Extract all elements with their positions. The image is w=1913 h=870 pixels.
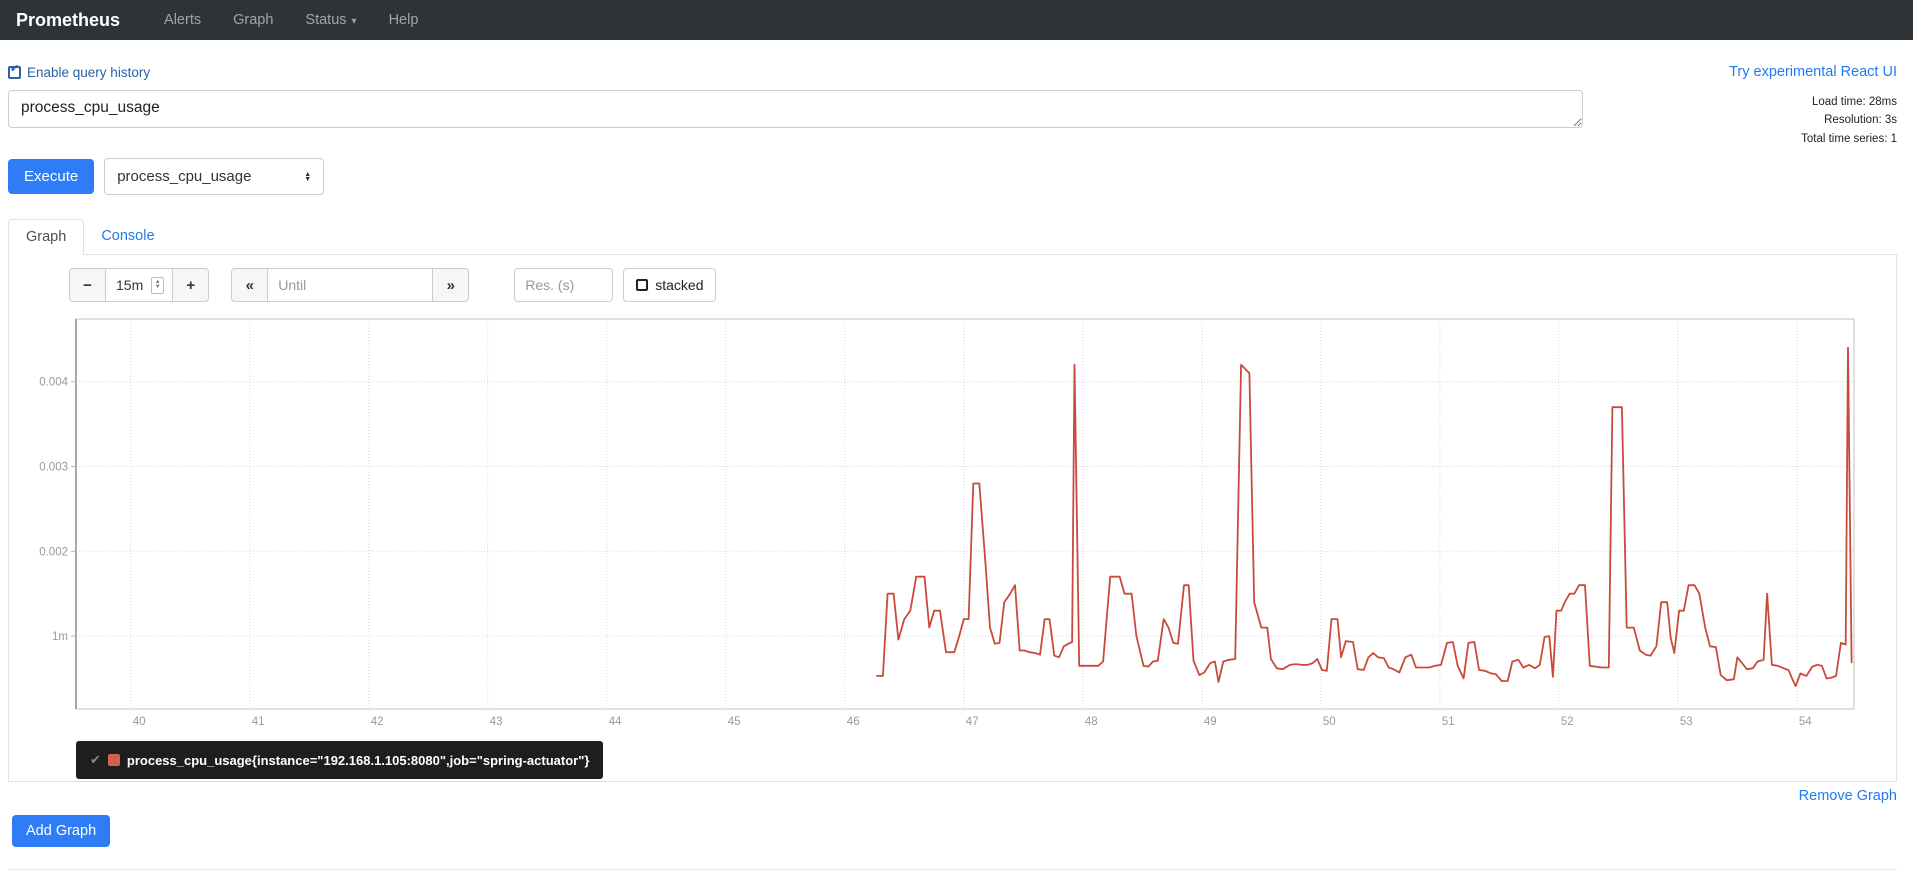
svg-text:49: 49 xyxy=(1204,716,1217,728)
stacked-label: stacked xyxy=(655,277,704,294)
add-graph-button[interactable]: Add Graph xyxy=(12,815,111,848)
nav-item-graph[interactable]: Graph xyxy=(233,12,273,28)
query-input[interactable] xyxy=(8,90,1583,128)
series-color-swatch xyxy=(107,754,120,767)
svg-text:0.003: 0.003 xyxy=(39,462,68,474)
query-stats: Load time: 28ms Resolution: 3s Total tim… xyxy=(1801,90,1897,148)
prometheus-brand[interactable]: Prometheus xyxy=(16,10,120,31)
chart-area: 40 41 42 43 44 45 46 47 48 49 50 51 52 53 54 1m 0.002 0.0… xyxy=(9,314,1896,737)
svg-text:1m: 1m xyxy=(52,631,68,643)
graph-controls: − 15m ▲▼ + « » stacked xyxy=(69,268,1896,303)
svg-text:40: 40 xyxy=(133,716,146,728)
range-value: 15m xyxy=(116,277,144,294)
svg-text:48: 48 xyxy=(1085,716,1098,728)
enable-query-history-toggle[interactable]: Enable query history xyxy=(8,62,151,80)
series-label: process_cpu_usage{instance="192.168.1.10… xyxy=(126,752,590,768)
double-right-arrow-icon: » xyxy=(446,276,455,294)
range-input[interactable]: 15m ▲ ▼ xyxy=(105,268,174,303)
chart-svg[interactable]: 40 41 42 43 44 45 46 47 48 49 50 51 52 53 54 1m 0.002 0.0… xyxy=(9,314,1898,732)
svg-text:50: 50 xyxy=(1323,716,1336,728)
resolution: Resolution: 3s xyxy=(1824,114,1897,127)
select-arrows-icon: ▲ ▼ xyxy=(304,170,312,183)
enable-query-history-label: Enable query history xyxy=(27,64,151,80)
legend-row[interactable]: ✔ process_cpu_usage{instance="192.168.1.… xyxy=(76,741,604,780)
svg-text:47: 47 xyxy=(966,716,979,728)
tab-graph[interactable]: Graph xyxy=(8,219,85,256)
svg-text:0.004: 0.004 xyxy=(39,377,68,389)
graph-panel: − 15m ▲▼ + « » stacked 404142434 xyxy=(8,255,1897,783)
react-ui-link[interactable]: Try experimental React UI xyxy=(1729,64,1897,80)
main-content: Enable query history Try experimental Re… xyxy=(0,62,1913,870)
double-left-arrow-icon: « xyxy=(245,276,254,294)
step-forward-button[interactable]: » xyxy=(432,268,470,303)
svg-text:53: 53 xyxy=(1680,716,1693,728)
stacked-toggle[interactable]: stacked xyxy=(623,268,717,303)
nav-item-alerts[interactable]: Alerts xyxy=(164,12,201,28)
svg-text:42: 42 xyxy=(371,716,384,728)
svg-text:51: 51 xyxy=(1442,716,1455,728)
nav-item-status[interactable]: Status ▾ xyxy=(305,12,356,28)
metric-select-value: process_cpu_usage xyxy=(117,168,252,186)
legend-check-icon: ✔ xyxy=(90,752,101,768)
range-increase-button[interactable]: + xyxy=(172,268,210,303)
svg-text:44: 44 xyxy=(609,716,622,728)
nav-item-status-label: Status xyxy=(305,12,347,28)
tab-bar: Graph Console xyxy=(8,219,1897,256)
until-input[interactable] xyxy=(267,268,434,303)
metric-select[interactable]: process_cpu_usage ▲ ▼ xyxy=(104,158,325,196)
remove-graph-link[interactable]: Remove Graph xyxy=(1799,788,1897,804)
svg-text:54: 54 xyxy=(1799,716,1812,728)
step-backward-button[interactable]: « xyxy=(231,268,269,303)
resolution-input[interactable] xyxy=(514,268,614,303)
total-time-series: Total time series: 1 xyxy=(1801,132,1897,145)
nav-item-help[interactable]: Help xyxy=(389,12,419,28)
tab-console[interactable]: Console xyxy=(84,219,171,254)
load-time: Load time: 28ms xyxy=(1811,96,1897,108)
navbar: Prometheus Alerts Graph Status ▾ Help xyxy=(0,0,1913,40)
range-spinner-icon: ▲ ▼ xyxy=(151,276,165,294)
chevron-down-icon: ▾ xyxy=(351,15,357,27)
svg-text:41: 41 xyxy=(252,716,265,728)
checked-box-icon xyxy=(8,62,21,79)
svg-text:0.002: 0.002 xyxy=(39,546,68,558)
svg-text:43: 43 xyxy=(490,716,503,728)
execute-button[interactable]: Execute xyxy=(8,159,95,195)
svg-text:46: 46 xyxy=(847,716,860,728)
unchecked-box-icon xyxy=(636,279,649,292)
svg-text:45: 45 xyxy=(728,716,741,728)
svg-text:52: 52 xyxy=(1561,716,1574,728)
range-decrease-button[interactable]: − xyxy=(69,268,106,303)
